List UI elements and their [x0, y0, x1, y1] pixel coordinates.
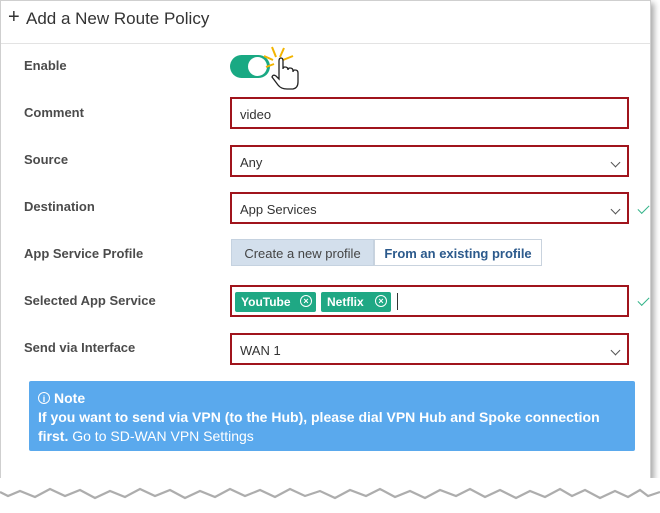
- note-title: Note: [54, 390, 86, 406]
- source-select[interactable]: Any: [230, 145, 629, 177]
- comment-label: Comment: [24, 105, 84, 120]
- tag-label: Netflix: [327, 295, 364, 309]
- chevron-down-icon: [610, 157, 621, 168]
- source-label: Source: [24, 152, 69, 167]
- info-icon: i: [38, 392, 50, 404]
- interface-select[interactable]: WAN 1: [230, 333, 629, 365]
- chevron-down-icon: [610, 204, 621, 215]
- comment-value: video: [240, 107, 272, 122]
- remove-tag-icon[interactable]: ×: [300, 295, 312, 307]
- note-box: i Note If you want to send via VPN (to th…: [29, 381, 635, 451]
- destination-select[interactable]: App Services: [230, 192, 629, 224]
- route-policy-dialog: + Add a New Route Policy Enable Comment …: [0, 0, 651, 480]
- tag-netflix: Netflix ×: [321, 292, 391, 312]
- app-service-profile-label: App Service Profile: [24, 246, 144, 261]
- text-caret: [397, 293, 398, 310]
- source-value: Any: [240, 155, 263, 170]
- existing-profile-label: From an existing profile: [384, 246, 532, 261]
- destination-label: Destination: [24, 199, 95, 214]
- plus-icon: +: [8, 6, 20, 28]
- create-new-profile-label: Create a new profile: [244, 246, 361, 261]
- tag-youtube: YouTube ×: [235, 292, 316, 312]
- tag-label: YouTube: [241, 295, 291, 309]
- selected-app-service-check-icon: [637, 293, 650, 307]
- selected-app-service-label: Selected App Service: [24, 293, 156, 308]
- hand-cursor-icon: [263, 46, 299, 90]
- destination-value: App Services: [240, 202, 317, 217]
- comment-input[interactable]: video: [230, 97, 629, 129]
- selected-app-service-input[interactable]: YouTube × Netflix ×: [230, 285, 629, 317]
- destination-check-icon: [637, 201, 650, 215]
- create-new-profile-option[interactable]: Create a new profile: [231, 239, 374, 266]
- torn-edge: [0, 478, 660, 500]
- send-via-interface-label: Send via Interface: [24, 340, 136, 355]
- dialog-header: + Add a New Route Policy: [1, 1, 650, 44]
- chevron-down-icon: [610, 345, 621, 356]
- dialog-title: Add a New Route Policy: [26, 9, 210, 28]
- remove-tag-icon[interactable]: ×: [375, 295, 387, 307]
- interface-value: WAN 1: [240, 343, 281, 358]
- enable-label: Enable: [24, 58, 67, 73]
- sdwan-vpn-settings-link[interactable]: Go to SD-WAN VPN Settings: [72, 428, 254, 444]
- note-body: If you want to send via VPN (to the Hub)…: [38, 408, 628, 446]
- existing-profile-option[interactable]: From an existing profile: [374, 239, 542, 266]
- note-header: i Note: [38, 390, 85, 406]
